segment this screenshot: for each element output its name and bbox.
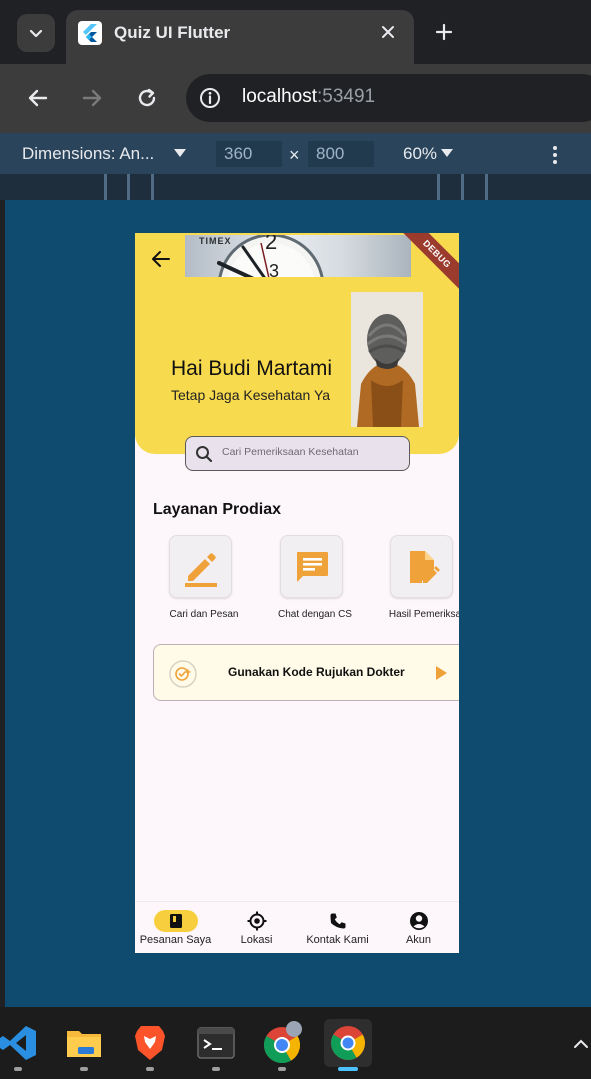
taskbar-running-indicator xyxy=(146,1067,154,1071)
dimensions-dropdown-icon[interactable] xyxy=(174,149,186,157)
brave-icon xyxy=(135,1026,165,1060)
file-explorer-icon xyxy=(67,1031,101,1057)
profile-photo xyxy=(351,292,423,427)
url-host: localhost xyxy=(242,86,317,107)
nav-indicator xyxy=(316,910,360,932)
dimensions-select[interactable]: Dimensions: An... xyxy=(22,144,154,164)
zoom-select[interactable]: 60% xyxy=(403,144,437,164)
account-icon xyxy=(409,912,428,930)
bottom-navigation: Pesanan Saya Lokasi Kontak Kami Akun xyxy=(135,901,459,953)
back-button[interactable] xyxy=(22,82,54,114)
play-arrow-icon xyxy=(436,666,447,680)
tab-close-button[interactable] xyxy=(376,20,400,44)
device-width-input[interactable]: 360 xyxy=(216,141,282,167)
chrome-profile-icon xyxy=(263,1021,302,1064)
greeting-subtitle: Tetap Jaga Kesehatan Ya xyxy=(171,387,331,403)
browser-toolbar: localhost:53491 xyxy=(0,64,591,132)
referral-badge-icon xyxy=(169,660,197,688)
flutter-app-screen: 2 3 TIMEX DEBUG Hai Budi Martami Tetap J… xyxy=(135,233,459,953)
taskbar-running-indicator xyxy=(212,1067,220,1071)
new-tab-button[interactable] xyxy=(430,18,458,46)
service-tile[interactable] xyxy=(390,535,453,598)
reload-button[interactable] xyxy=(131,82,163,114)
taskbar-chrome[interactable] xyxy=(324,1019,372,1067)
more-options-icon[interactable] xyxy=(549,143,561,167)
arrow-back-icon[interactable] xyxy=(149,247,173,271)
clock-banner-image: 2 3 TIMEX xyxy=(185,235,411,277)
tab-title: Quiz UI Flutter xyxy=(114,23,231,42)
taskbar-vscode[interactable] xyxy=(0,1019,42,1067)
reload-icon xyxy=(138,88,156,107)
nav-item-akun[interactable]: Akun xyxy=(378,902,459,953)
svg-text:2: 2 xyxy=(265,235,277,254)
taskbar-running-indicator xyxy=(278,1067,286,1071)
device-toolbar: Dimensions: An... 360 × 800 60% xyxy=(0,132,591,174)
terminal-icon xyxy=(197,1027,235,1059)
taskbar-active-indicator xyxy=(338,1067,358,1071)
service-tile[interactable] xyxy=(280,535,343,598)
document-edit-icon xyxy=(409,550,440,583)
search-placeholder: Cari Pemeriksaan Kesehatan xyxy=(222,446,359,458)
service-label: Hasil Pemeriksa xyxy=(388,609,459,620)
service-tile[interactable] xyxy=(169,535,232,598)
taskbar-running-indicator xyxy=(80,1067,88,1071)
nav-indicator xyxy=(153,910,198,932)
nav-label: Kontak Kami xyxy=(306,934,369,946)
flutter-icon xyxy=(78,21,102,45)
edit-icon xyxy=(184,552,217,587)
nav-item-kontak-kami[interactable]: Kontak Kami xyxy=(297,902,378,953)
close-icon xyxy=(382,26,394,38)
taskbar-running-indicator xyxy=(14,1067,22,1071)
nav-label: Lokasi xyxy=(240,934,273,946)
chat-icon xyxy=(296,551,328,582)
site-info-icon[interactable] xyxy=(198,86,222,110)
url-port: :53491 xyxy=(317,86,376,107)
book-icon xyxy=(169,914,182,928)
device-height-input[interactable]: 800 xyxy=(308,141,374,167)
forward-button[interactable] xyxy=(76,82,108,114)
nav-label: Akun xyxy=(405,934,432,946)
phone-icon xyxy=(330,913,345,929)
url-text: localhost:53491 xyxy=(242,86,375,108)
dimension-separator: × xyxy=(289,145,300,165)
section-title: Layanan Prodiax xyxy=(153,501,282,518)
browser-tab-bar: Quiz UI Flutter xyxy=(0,0,591,64)
greeting-title: Hai Budi Martami xyxy=(171,357,333,380)
referral-label: Gunakan Kode Rujukan Dokter xyxy=(228,665,405,679)
browser-tab[interactable]: Quiz UI Flutter xyxy=(66,10,414,64)
nav-item-pesanan-saya[interactable]: Pesanan Saya xyxy=(135,902,216,953)
taskbar-terminal[interactable] xyxy=(192,1019,240,1067)
header-card: 2 3 TIMEX DEBUG Hai Budi Martami Tetap J… xyxy=(135,233,459,454)
arrow-right-icon xyxy=(82,89,102,107)
chevron-down-icon xyxy=(29,29,43,38)
taskbar-file-explorer[interactable] xyxy=(60,1019,108,1067)
service-label: Chat dengan CS xyxy=(278,609,352,620)
taskbar-brave[interactable] xyxy=(126,1019,174,1067)
taskbar-chrome-profile[interactable] xyxy=(258,1019,306,1067)
os-taskbar xyxy=(0,1007,591,1079)
nav-label: Pesanan Saya xyxy=(139,934,212,946)
service-label: Cari dan Pesan xyxy=(169,609,239,620)
chrome-icon xyxy=(331,1026,365,1060)
nav-item-lokasi[interactable]: Lokasi xyxy=(216,902,297,953)
plus-icon xyxy=(435,23,453,41)
search-icon xyxy=(196,446,213,463)
svg-text:3: 3 xyxy=(269,261,279,277)
zoom-dropdown-icon[interactable] xyxy=(441,149,453,157)
arrow-left-icon xyxy=(28,89,48,107)
address-bar[interactable]: localhost:53491 xyxy=(186,74,591,122)
search-input[interactable]: Cari Pemeriksaan Kesehatan xyxy=(185,436,410,471)
vscode-icon xyxy=(0,1026,36,1060)
nav-indicator xyxy=(397,910,441,932)
chevron-up-icon[interactable] xyxy=(572,1035,590,1053)
nav-indicator xyxy=(235,910,279,932)
media-query-ruler xyxy=(0,174,591,200)
tab-search-button[interactable] xyxy=(17,14,55,52)
banner-brand-text: TIMEX xyxy=(199,236,232,246)
location-target-icon xyxy=(247,911,266,931)
referral-code-button[interactable]: Gunakan Kode Rujukan Dokter xyxy=(153,644,459,701)
